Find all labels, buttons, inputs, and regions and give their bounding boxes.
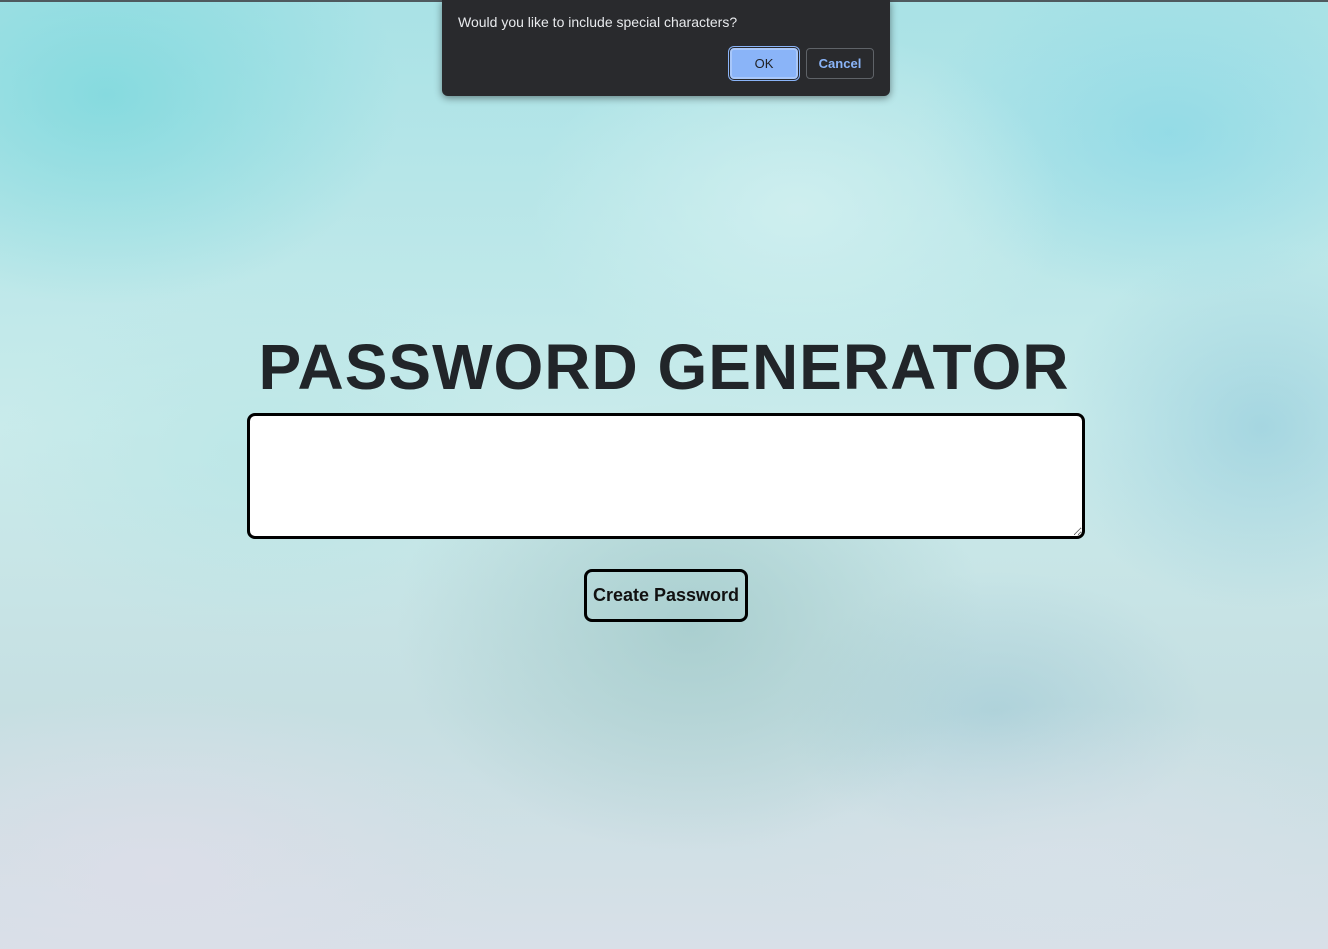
ok-button[interactable]: OK <box>729 47 799 80</box>
page-title: PASSWORD GENERATOR <box>258 331 1070 403</box>
alert-dialog: Would you like to include special charac… <box>442 0 890 96</box>
create-password-button[interactable]: Create Password <box>584 569 748 622</box>
dialog-message: Would you like to include special charac… <box>458 14 738 30</box>
password-output[interactable] <box>247 413 1085 539</box>
page: { "dialog": { "message": "Would you like… <box>0 0 1328 949</box>
cancel-button[interactable]: Cancel <box>806 48 874 79</box>
